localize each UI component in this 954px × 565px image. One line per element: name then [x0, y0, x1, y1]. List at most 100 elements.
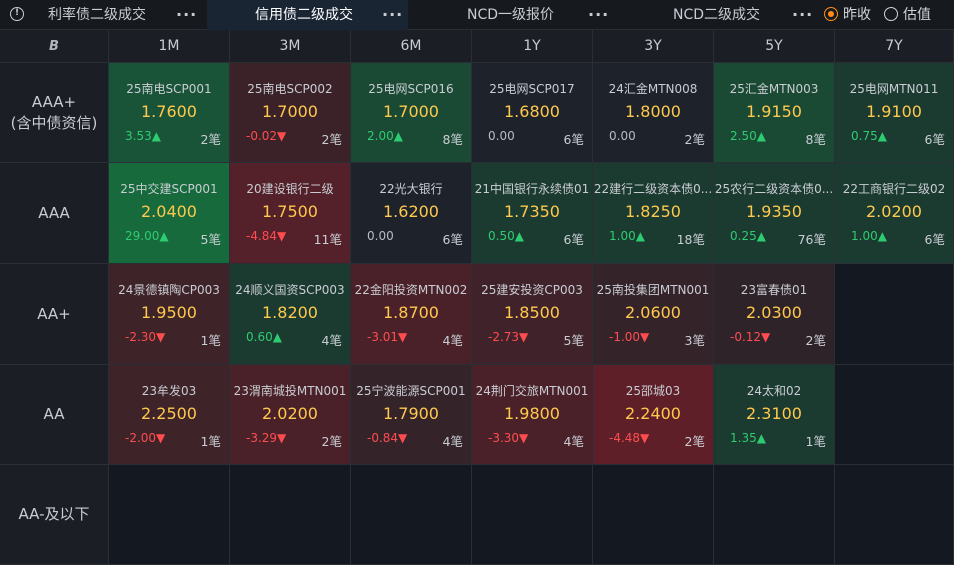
trade-count: 8笔 [805, 132, 826, 147]
bond-cell[interactable]: 25南电SCP001 1.7600 3.53▲ 2笔 [109, 63, 230, 163]
bond-cell[interactable]: 25南投集团MTN001 2.0600 -1.00▼ 3笔 [593, 264, 714, 365]
tenor-header: 1M [109, 30, 230, 63]
bond-cell[interactable]: 24景德镇陶CP003 1.9500 -2.30▼ 1笔 [109, 264, 230, 365]
radio-label[interactable]: 估值 [903, 0, 931, 30]
bond-cell[interactable]: 25汇金MTN003 1.9150 2.50▲ 8笔 [714, 63, 835, 163]
bond-cell[interactable]: 20建设银行二级 1.7500 -4.84▼ 11笔 [230, 163, 351, 264]
bond-rate: 2.2500 [141, 404, 197, 423]
bond-cell[interactable]: 25农行二级资本债0... 1.9350 0.25▲ 76笔 [714, 163, 835, 264]
bond-name: 22金阳投资MTN002 [354, 283, 468, 297]
rating-label-line: AAA+ [31, 92, 77, 111]
bond-name: 25电网SCP017 [489, 82, 575, 96]
bond-cell[interactable]: 22建行二级资本债0... 1.8250 1.00▲ 18笔 [593, 163, 714, 264]
more-icon[interactable]: ··· [176, 0, 197, 30]
radio-prev-close[interactable] [824, 7, 838, 21]
bond-change: -3.30▼ [488, 431, 529, 445]
tab-label: 利率债二级成交 [48, 7, 146, 23]
bond-change: 0.00 [367, 229, 394, 243]
bond-name: 21中国银行永续债01 [474, 182, 590, 196]
tenor-header: 3Y [593, 30, 714, 63]
bond-name: 25电网MTN011 [849, 82, 939, 96]
bond-cell[interactable]: 25电网SCP016 1.7000 2.00▲ 8笔 [351, 63, 472, 163]
bond-name: 25南投集团MTN001 [596, 283, 710, 297]
bond-rate: 1.9150 [746, 102, 802, 121]
bond-cell[interactable]: 24太和02 2.3100 1.35▲ 1笔 [714, 365, 835, 465]
bond-rate: 1.7600 [141, 102, 197, 121]
bond-cell[interactable]: 25电网SCP017 1.6800 0.00 6笔 [472, 63, 593, 163]
rating-label-line: AA+ [37, 304, 71, 323]
trade-count: 6笔 [442, 232, 463, 247]
tab-label: NCD二级成交 [673, 7, 761, 23]
trade-count: 1笔 [200, 333, 221, 348]
rating-label: AA-及以下 [0, 465, 109, 565]
bond-rate: 1.8700 [383, 303, 439, 322]
radio-label[interactable]: 昨收 [843, 0, 871, 30]
tab-1[interactable]: 利率债二级成交 ··· [0, 0, 205, 30]
trade-count: 4笔 [442, 434, 463, 449]
bond-name: 24景德镇陶CP003 [118, 283, 220, 297]
bond-change: 0.00 [488, 129, 515, 143]
bond-change: -0.12▼ [730, 330, 771, 344]
bond-cell[interactable]: 25建安投资CP003 1.8500 -2.73▼ 5笔 [472, 264, 593, 365]
trade-count: 2笔 [321, 434, 342, 449]
bond-cell[interactable]: 24汇金MTN008 1.8000 0.00 2笔 [593, 63, 714, 163]
bond-cell[interactable]: 24顺义国资SCP003 1.8200 0.60▲ 4笔 [230, 264, 351, 365]
tab-4[interactable]: NCD二级成交 ··· [612, 0, 812, 30]
bond-cell[interactable]: 22金阳投资MTN002 1.8700 -3.01▼ 4笔 [351, 264, 472, 365]
bond-cell[interactable]: 25中交建SCP001 2.0400 29.00▲ 5笔 [109, 163, 230, 264]
bond-change: -0.84▼ [367, 431, 408, 445]
credit-bond-grid: B 1M 3M 6M 1Y 3Y 5Y 7Y AAA+ (含中债资信) 25南电SCP001 1.76… [0, 30, 954, 565]
bond-cell[interactable]: 25南电SCP002 1.7000 -0.02▼ 2笔 [230, 63, 351, 163]
rating-label-line: (含中债资信) [10, 113, 98, 132]
bond-change: 1.00▲ [609, 229, 645, 243]
tab-2[interactable]: 信用债二级成交 ··· [207, 0, 408, 30]
trade-count: 8笔 [442, 132, 463, 147]
trade-count: 5笔 [563, 333, 584, 348]
rating-label: AAA [0, 163, 109, 264]
bond-cell[interactable]: 22工商银行二级02 2.0200 1.00▲ 6笔 [835, 163, 954, 264]
bond-cell[interactable]: 24荆门交旅MTN001 1.9800 -3.30▼ 4笔 [472, 365, 593, 465]
bond-name: 25电网SCP016 [368, 82, 454, 96]
trade-count: 4笔 [563, 434, 584, 449]
bond-logo-icon: B [49, 39, 59, 54]
more-icon[interactable]: ··· [792, 0, 813, 30]
trade-count: 18笔 [676, 232, 705, 247]
bond-cell[interactable]: 21中国银行永续债01 1.7350 0.50▲ 6笔 [472, 163, 593, 264]
bond-cell[interactable]: 25邵城03 2.2400 -4.48▼ 2笔 [593, 365, 714, 465]
trade-count: 76笔 [797, 232, 826, 247]
bond-name: 25南电SCP002 [247, 82, 333, 96]
more-icon[interactable]: ··· [588, 0, 609, 30]
bond-name: 22光大银行 [379, 182, 443, 196]
bond-rate: 1.6800 [504, 102, 560, 121]
bond-cell[interactable]: 25电网MTN011 1.9100 0.75▲ 6笔 [835, 63, 954, 163]
bond-rate: 1.7350 [504, 202, 560, 221]
tenor-header: 7Y [835, 30, 954, 63]
tenor-header: 1Y [472, 30, 593, 63]
bond-cell[interactable]: 25宁波能源SCP001 1.7900 -0.84▼ 4笔 [351, 365, 472, 465]
tenor-header: 6M [351, 30, 472, 63]
bond-cell[interactable]: 22光大银行 1.6200 0.00 6笔 [351, 163, 472, 264]
bond-rate: 1.7500 [262, 202, 318, 221]
more-icon[interactable]: ··· [382, 0, 403, 30]
bond-name: 24太和02 [746, 384, 802, 398]
bond-cell[interactable]: 23牟发03 2.2500 -2.00▼ 1笔 [109, 365, 230, 465]
bond-cell[interactable]: 23富春债01 2.0300 -0.12▼ 2笔 [714, 264, 835, 365]
bond-change: 0.00 [609, 129, 636, 143]
bond-change: -2.00▼ [125, 431, 166, 445]
bond-rate: 2.0300 [746, 303, 802, 322]
bond-change: -1.00▼ [609, 330, 650, 344]
bond-cell[interactable]: 23渭南城投MTN001 2.0200 -3.29▼ 2笔 [230, 365, 351, 465]
trade-count: 6笔 [563, 132, 584, 147]
bond-rate: 1.8000 [625, 102, 681, 121]
bond-change: 3.53▲ [125, 129, 161, 143]
bond-change: 2.00▲ [367, 129, 403, 143]
bond-change: 0.25▲ [730, 229, 766, 243]
trade-count: 5笔 [200, 232, 221, 247]
trade-count: 1笔 [200, 434, 221, 449]
tab-3[interactable]: NCD一级报价 ··· [410, 0, 610, 30]
bond-rate: 1.7000 [383, 102, 439, 121]
bond-name: 24汇金MTN008 [608, 82, 698, 96]
radio-valuation[interactable] [884, 7, 898, 21]
bond-rate: 2.2400 [625, 404, 681, 423]
empty-cell [109, 465, 230, 565]
